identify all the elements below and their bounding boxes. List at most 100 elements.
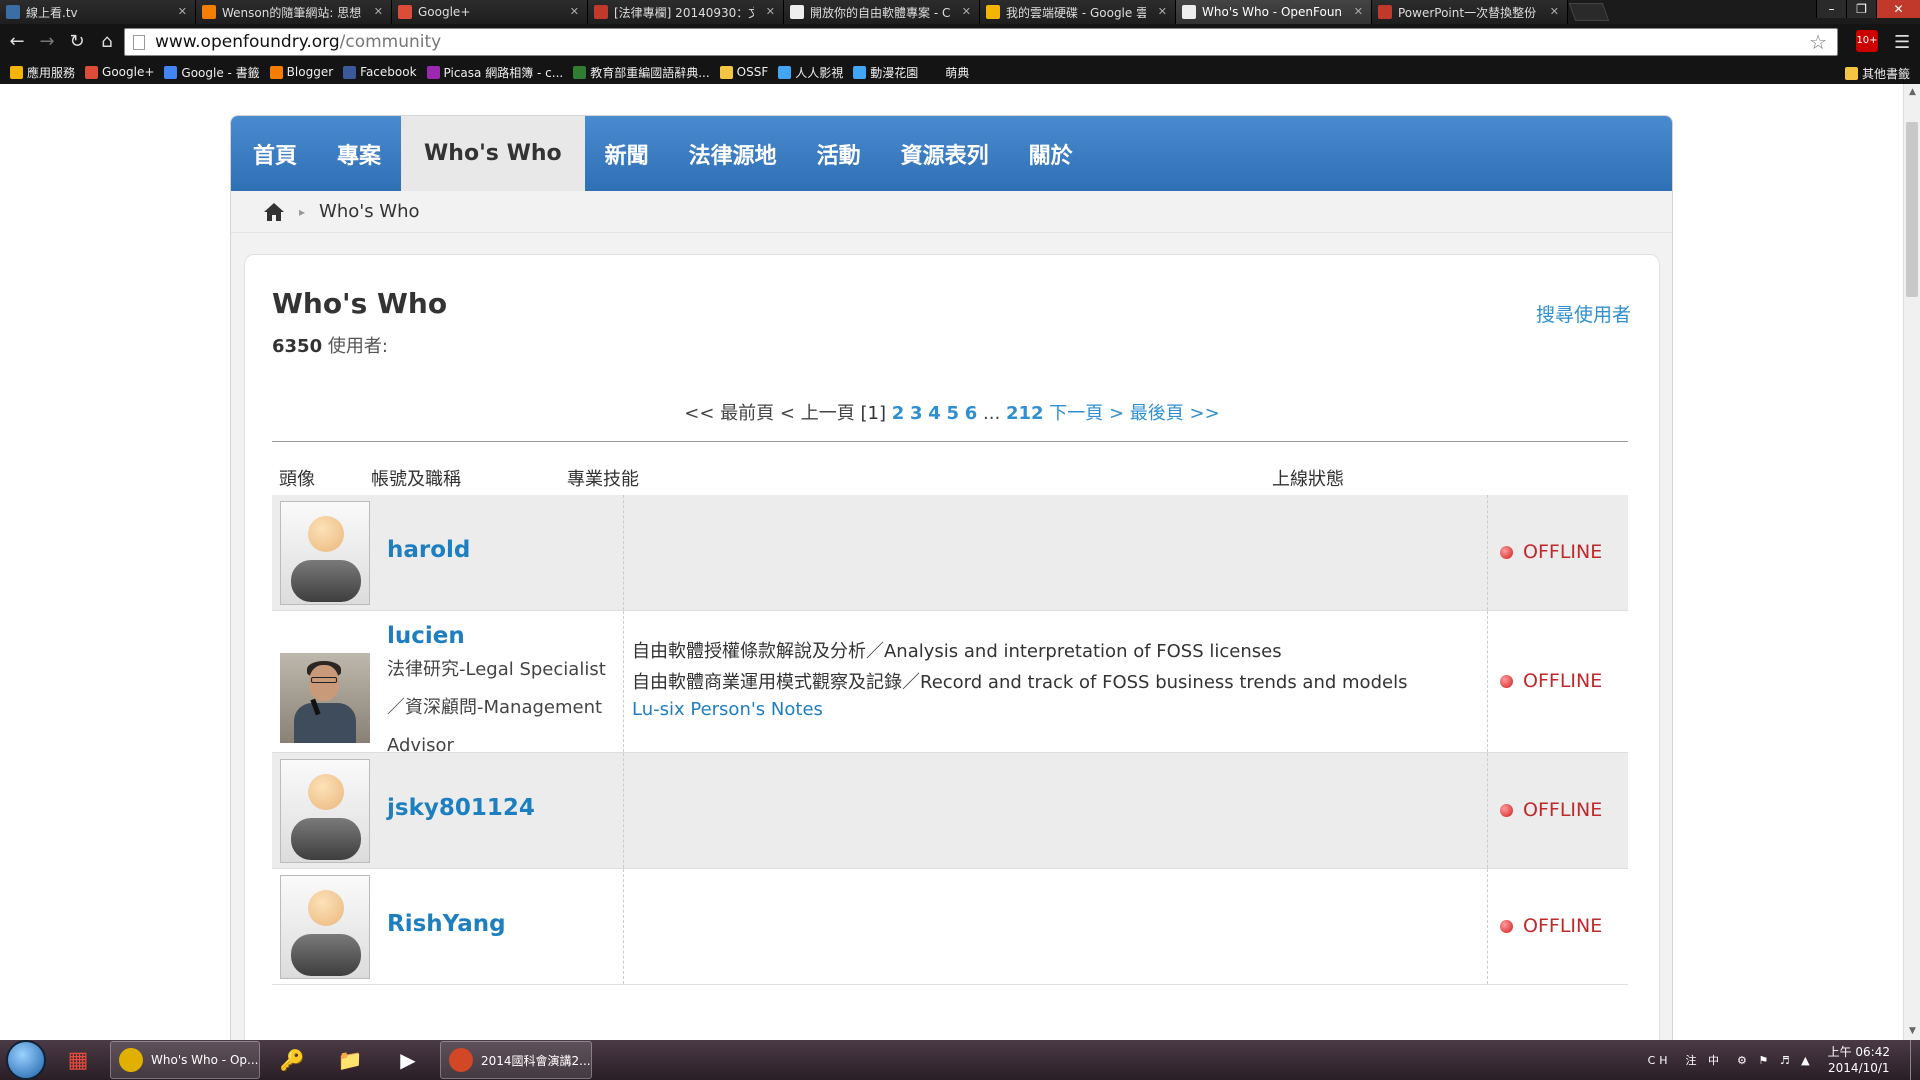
url-path: /community bbox=[339, 32, 442, 52]
account-cell: harold bbox=[387, 495, 624, 610]
restore-button[interactable]: ❐ bbox=[1846, 0, 1876, 18]
bookmark-star-icon[interactable]: ☆ bbox=[1809, 30, 1827, 54]
username-link[interactable]: jsky801124 bbox=[387, 795, 535, 821]
browser-tab[interactable]: 線上看.tv ✕ bbox=[0, 0, 196, 24]
pager-page-link[interactable]: 5 bbox=[947, 403, 960, 424]
tray-lang[interactable]: CH bbox=[1648, 1054, 1672, 1067]
nav-item[interactable]: Who's Who bbox=[401, 116, 585, 191]
tab-favicon-icon bbox=[202, 5, 216, 19]
taskbar-task[interactable]: 2014國科會演講2... bbox=[440, 1041, 592, 1079]
forward-icon[interactable]: → bbox=[34, 29, 60, 55]
bookmark-item[interactable]: OSSF bbox=[719, 64, 768, 81]
tray-ime[interactable]: 注 中 bbox=[1686, 1052, 1724, 1068]
browser-tab[interactable]: 開放你的自由軟體專案 - C ✕ bbox=[784, 0, 980, 24]
pager-last[interactable]: 最後頁 >> bbox=[1130, 403, 1220, 424]
new-tab-button[interactable] bbox=[1568, 3, 1610, 21]
pager-prev: < 上一頁 bbox=[779, 403, 855, 424]
nav-item[interactable]: 活動 bbox=[797, 116, 881, 191]
bookmark-item[interactable]: Picasa 網路相簿 - c... bbox=[426, 64, 563, 81]
home-icon[interactable] bbox=[263, 202, 285, 222]
back-icon[interactable]: ← bbox=[4, 29, 30, 55]
address-bar[interactable]: www.openfoundry.org/community ☆ bbox=[124, 28, 1838, 56]
tab-favicon-icon bbox=[398, 5, 412, 19]
scroll-up-icon[interactable]: ▲ bbox=[1904, 84, 1920, 101]
taskbar-app-icon bbox=[119, 1048, 143, 1072]
show-desktop-button[interactable] bbox=[1910, 1040, 1920, 1080]
pager-page-link[interactable]: 4 bbox=[928, 403, 941, 424]
tab-label: [法律專欄] 20140930：文 bbox=[614, 5, 754, 20]
username-link[interactable]: lucien bbox=[387, 623, 465, 649]
pager-next[interactable]: 下一頁 > bbox=[1049, 403, 1124, 424]
nav-item[interactable]: 法律源地 bbox=[669, 116, 797, 191]
tray-icons[interactable]: ⚙ ⚑ ♬ ▲ bbox=[1737, 1054, 1814, 1067]
tab-close-icon[interactable]: ✕ bbox=[766, 5, 775, 18]
default-avatar-icon[interactable] bbox=[280, 759, 370, 863]
reload-icon[interactable]: ↻ bbox=[64, 29, 90, 55]
tab-close-icon[interactable]: ✕ bbox=[374, 5, 383, 18]
keepass-icon[interactable]: 🔑 bbox=[266, 1041, 318, 1079]
folder-icon bbox=[1844, 67, 1858, 80]
bookmark-item[interactable]: 動漫花園 bbox=[853, 64, 918, 81]
start-button[interactable] bbox=[6, 1040, 46, 1080]
pager-page-link[interactable]: 6 bbox=[965, 403, 978, 424]
browser-tab[interactable]: 我的雲端硬碟 - Google 雲 ✕ bbox=[980, 0, 1176, 24]
username-link[interactable]: RishYang bbox=[387, 911, 506, 937]
pager-page-link[interactable]: 2 bbox=[892, 403, 905, 424]
bookmark-item[interactable]: 教育部重編國語辭典... bbox=[573, 64, 710, 81]
chrome-menu-icon[interactable]: ☰ bbox=[1894, 32, 1910, 53]
tab-close-icon[interactable]: ✕ bbox=[962, 5, 971, 18]
explorer-folder-icon[interactable]: 📁 bbox=[324, 1041, 376, 1079]
bookmark-item[interactable]: Facebook bbox=[343, 64, 417, 81]
tab-close-icon[interactable]: ✕ bbox=[1550, 5, 1559, 18]
taskbar-task[interactable]: Who's Who - Op... bbox=[110, 1041, 260, 1079]
close-window-button[interactable]: ✕ bbox=[1876, 0, 1920, 18]
pager-ellipsis: ... bbox=[983, 403, 1001, 424]
browser-tab[interactable]: Wenson的隨筆網站: 思想 ✕ bbox=[196, 0, 392, 24]
bookmark-item[interactable]: Blogger bbox=[269, 64, 333, 81]
scroll-down-icon[interactable]: ▼ bbox=[1904, 1023, 1920, 1040]
player-icon[interactable]: ▶ bbox=[382, 1041, 434, 1079]
minimize-button[interactable]: – bbox=[1816, 0, 1846, 18]
page-viewport: 首頁 專案 Who's Who 新聞 法律源地 活動 資源表列 關於 ▸ Who's Who … bbox=[0, 84, 1920, 1040]
table-row: RishYang OFFLINE bbox=[272, 869, 1628, 985]
tab-favicon-icon bbox=[1378, 5, 1392, 19]
search-users-link[interactable]: 搜尋使用者 bbox=[1536, 300, 1631, 327]
scrollbar-thumb[interactable] bbox=[1906, 122, 1918, 297]
nav-item[interactable]: 資源表列 bbox=[881, 116, 1009, 191]
vertical-scrollbar[interactable]: ▲ ▼ bbox=[1903, 84, 1920, 1040]
nav-item[interactable]: 首頁 bbox=[233, 116, 317, 191]
pager-last-page[interactable]: 212 bbox=[1006, 403, 1044, 424]
tab-close-icon[interactable]: ✕ bbox=[570, 5, 579, 18]
nav-item[interactable]: 新聞 bbox=[585, 116, 669, 191]
skill-link[interactable]: Lu-six Person's Notes bbox=[632, 699, 823, 720]
nav-item[interactable]: 關於 bbox=[1009, 116, 1093, 191]
extension-badge-icon[interactable]: 10+ bbox=[1856, 30, 1878, 52]
clock[interactable]: 上午 06:42 2014/10/1 bbox=[1828, 1044, 1890, 1076]
tab-close-icon[interactable]: ✕ bbox=[1354, 5, 1363, 18]
user-photo-avatar[interactable] bbox=[280, 653, 370, 743]
divider bbox=[272, 441, 1628, 442]
pager-page-link[interactable]: 3 bbox=[910, 403, 923, 424]
browser-tab[interactable]: [法律專欄] 20140930：文 ✕ bbox=[588, 0, 784, 24]
bookmark-item[interactable]: 萌典 bbox=[928, 64, 969, 81]
home-icon[interactable]: ⌂ bbox=[94, 29, 120, 55]
username-link[interactable]: harold bbox=[387, 537, 470, 563]
browser-tab[interactable]: PowerPoint一次替換整份 ✕ bbox=[1372, 0, 1568, 24]
default-avatar-icon[interactable] bbox=[280, 875, 370, 979]
apps-grid-icon[interactable]: ▦ bbox=[52, 1041, 104, 1079]
nav-item[interactable]: 專案 bbox=[317, 116, 401, 191]
bookmark-item[interactable]: 應用服務 bbox=[10, 64, 75, 81]
avatar-head bbox=[308, 774, 344, 810]
tab-favicon-icon bbox=[790, 5, 804, 19]
browser-tab[interactable]: Who's Who - OpenFoun ✕ bbox=[1176, 0, 1372, 24]
bookmark-item[interactable]: Google+ bbox=[85, 64, 154, 81]
tab-close-icon[interactable]: ✕ bbox=[178, 5, 187, 18]
status-badge: OFFLINE bbox=[1500, 915, 1602, 937]
browser-tab[interactable]: Google+ ✕ bbox=[392, 0, 588, 24]
system-tray: CH 注 中 ⚙ ⚑ ♬ ▲ 上午 06:42 2014/10/1 bbox=[1648, 1040, 1920, 1080]
bookmark-item[interactable]: 人人影視 bbox=[778, 64, 843, 81]
tab-close-icon[interactable]: ✕ bbox=[1158, 5, 1167, 18]
default-avatar-icon[interactable] bbox=[280, 501, 370, 605]
bookmark-item[interactable]: Google - 書籤 bbox=[164, 64, 260, 81]
other-bookmarks[interactable]: 其他書籤 bbox=[1844, 65, 1910, 82]
